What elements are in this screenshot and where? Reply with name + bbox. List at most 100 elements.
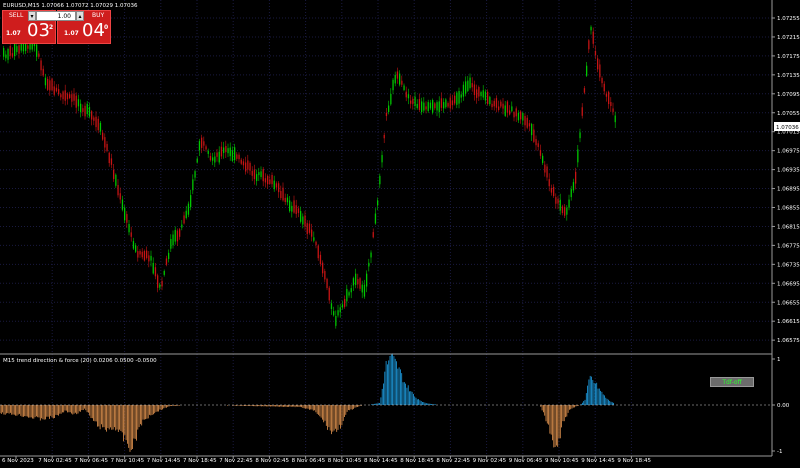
price-tick-label: 1.07135: [777, 73, 800, 79]
candle-body: [9, 45, 11, 56]
candle-body: [544, 164, 546, 173]
time-tick-label: 9 Nov 10:45: [545, 458, 579, 464]
candle-body: [344, 299, 346, 307]
candle-body: [443, 102, 445, 109]
candle-body: [245, 162, 247, 172]
candle-body: [247, 160, 249, 170]
candle-body: [368, 262, 370, 267]
candle-body: [493, 100, 495, 107]
candle-body: [447, 103, 449, 107]
candle-body: [267, 175, 269, 185]
candle-body: [592, 31, 594, 44]
candle-body: [174, 229, 176, 242]
candle-body: [143, 251, 146, 261]
candle-body: [390, 93, 392, 105]
time-tick-label: 9 Nov 18:45: [617, 458, 651, 464]
candle-body: [62, 91, 64, 100]
candle-body: [350, 288, 352, 293]
candle-body: [357, 279, 359, 285]
candle-body: [119, 193, 121, 200]
candle-body: [337, 310, 339, 316]
buy-label: BUY: [92, 12, 105, 19]
candle-body: [588, 40, 590, 50]
candle-body: [335, 316, 337, 326]
candle-body: [416, 103, 418, 109]
lot-increase-button[interactable]: ▴: [76, 11, 84, 21]
candle-body: [95, 116, 97, 128]
candle-body: [234, 147, 236, 161]
candle-body: [218, 151, 220, 163]
candle-body: [326, 278, 328, 289]
candle-body: [581, 107, 583, 116]
candle-body: [16, 46, 18, 52]
candle-body: [240, 159, 242, 164]
candle-body: [383, 134, 385, 139]
candle-body: [86, 103, 88, 115]
time-tick-label: 8 Nov 02:45: [255, 458, 289, 464]
indicator-title: M15 trend direction & force (20) 0.0206 …: [3, 358, 157, 364]
candle-body: [159, 284, 161, 288]
candle-body: [58, 89, 60, 95]
candle-body: [214, 156, 216, 163]
chart-window[interactable]: EURUSD,M15 1.07066 1.07072 1.07029 1.070…: [0, 0, 800, 464]
time-tick-label: 8 Nov 10:45: [328, 458, 362, 464]
candle-body: [328, 287, 330, 301]
candle-body: [242, 161, 245, 166]
price-tick-label: 1.06695: [777, 281, 800, 287]
buy-price-prefix: 1.07: [64, 30, 79, 37]
candle-body: [421, 101, 423, 113]
candle-body: [165, 258, 168, 265]
candle-body: [135, 245, 137, 252]
candle-body: [603, 83, 605, 92]
candle-body: [425, 106, 427, 110]
candle-body: [555, 197, 557, 204]
candle-body: [515, 108, 517, 117]
candle-body: [77, 99, 80, 107]
time-tick-label: 8 Nov 18:45: [400, 458, 434, 464]
candle-body: [231, 150, 234, 161]
buy-price-big: 04: [82, 20, 105, 41]
candle-body: [374, 213, 377, 224]
candle-body: [434, 103, 436, 109]
candle-body: [196, 158, 198, 163]
candle-body: [203, 141, 205, 146]
candle-body: [27, 45, 29, 49]
candle-body: [216, 152, 218, 157]
candle-body: [550, 188, 553, 193]
price-tick-label: 1.06855: [777, 206, 800, 212]
candle-body: [423, 102, 425, 111]
candle-body: [253, 169, 256, 180]
candle-body: [227, 148, 229, 154]
candle-body: [293, 200, 295, 213]
candle-body: [522, 113, 524, 121]
candle-body: [262, 169, 264, 182]
price-chart-canvas[interactable]: EURUSD,M15 1.07066 1.07072 1.07029 1.070…: [0, 0, 800, 464]
candle-body: [5, 54, 7, 59]
candle-body: [524, 116, 526, 126]
sell-price-fraction: 2: [49, 24, 54, 31]
candle-body: [506, 101, 509, 113]
candle-body: [324, 270, 326, 280]
candle-body: [47, 78, 49, 90]
price-tick-label: 1.06615: [777, 319, 800, 325]
lot-decrease-button[interactable]: ▾: [28, 11, 36, 21]
candle-body: [381, 155, 383, 163]
candle-body: [49, 80, 51, 91]
lot-size-input[interactable]: 1.00: [36, 11, 76, 21]
candle-body: [198, 141, 201, 151]
candle-body: [590, 26, 592, 31]
candle-body: [526, 117, 528, 128]
indicator-toggle-button[interactable]: Tdf-off: [710, 377, 754, 387]
candle-body: [154, 267, 157, 277]
candle-body: [300, 211, 302, 222]
candle-body: [432, 100, 434, 113]
candle-body: [462, 84, 465, 97]
candle-body: [51, 78, 53, 91]
candle-body: [614, 115, 616, 123]
candle-body: [181, 224, 183, 228]
candle-body: [495, 98, 498, 108]
price-tick-label: 1.06935: [777, 168, 800, 174]
candle-body: [128, 224, 130, 233]
candle-body: [275, 183, 278, 188]
candle-body: [121, 199, 124, 210]
